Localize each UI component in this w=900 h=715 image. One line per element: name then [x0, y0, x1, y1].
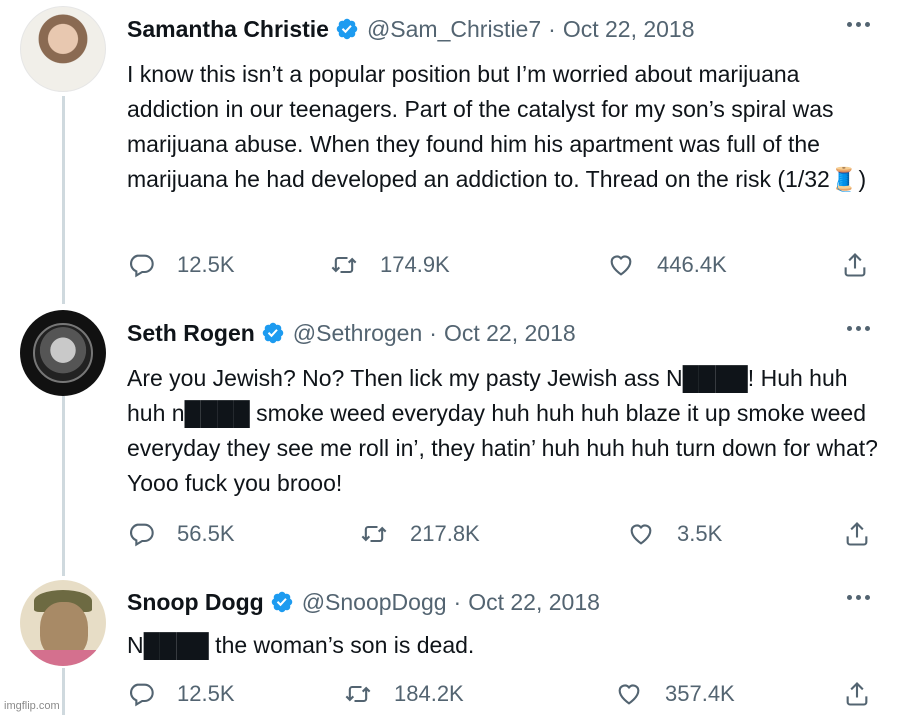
reply-icon [130, 523, 154, 547]
retweet-count: 184.2K [394, 681, 464, 706]
display-name[interactable]: Snoop Dogg [127, 589, 264, 616]
reply-count: 56.5K [177, 521, 235, 546]
tweet[interactable]: Snoop Dogg @SnoopDogg · Oct 22, 2018 N██… [0, 572, 900, 715]
user-handle[interactable]: @Sam_Christie7 [367, 16, 541, 43]
tweet-actions: 56.5K 217.8K 3.5K [127, 520, 877, 556]
share-icon [846, 522, 868, 546]
tweet-date[interactable]: Oct 22, 2018 [444, 320, 576, 347]
tweet-date[interactable]: Oct 22, 2018 [563, 16, 695, 43]
reply-count: 12.5K [177, 252, 235, 277]
more-options-icon[interactable] [847, 22, 870, 27]
tweet-actions: 12.5K 184.2K 357.4K [127, 680, 877, 715]
heart-icon [610, 255, 632, 276]
retweet-button[interactable]: 184.2K [344, 680, 464, 708]
verified-badge-icon [261, 321, 285, 345]
reply-button[interactable]: 56.5K [127, 520, 235, 548]
user-handle[interactable]: @Sethrogen [293, 320, 423, 347]
retweet-icon [345, 685, 371, 703]
reply-icon [130, 254, 154, 278]
avatar[interactable] [20, 580, 106, 666]
heart-icon [630, 524, 652, 545]
reply-button[interactable]: 12.5K [127, 680, 235, 708]
share-icon [844, 253, 866, 277]
like-button[interactable]: 446.4K [607, 251, 727, 279]
tweet-text: Are you Jewish? No? Then lick my pasty J… [127, 365, 878, 496]
reply-button[interactable]: 12.5K [127, 251, 235, 279]
retweet-count: 174.9K [380, 252, 450, 277]
retweet-icon [361, 525, 387, 543]
tweet[interactable]: Samantha Christie @Sam_Christie7 · Oct 2… [0, 0, 900, 300]
avatar[interactable] [20, 310, 106, 396]
separator-dot: · [548, 15, 556, 42]
tweet-text: N████ the woman’s son is dead. [127, 632, 475, 658]
like-count: 3.5K [677, 521, 723, 546]
display-name[interactable]: Samantha Christie [127, 16, 329, 43]
tweet-date[interactable]: Oct 22, 2018 [468, 589, 600, 616]
retweet-button[interactable]: 217.8K [360, 520, 480, 548]
reply-count: 12.5K [177, 681, 235, 706]
share-button[interactable] [843, 520, 871, 548]
share-button[interactable] [843, 680, 871, 708]
watermark: imgflip.com [4, 700, 60, 712]
retweet-icon [331, 256, 357, 274]
like-count: 357.4K [665, 681, 735, 706]
tweet-header: Samantha Christie @Sam_Christie7 · Oct 2… [127, 12, 695, 46]
like-count: 446.4K [657, 252, 727, 277]
tweet-thread: Samantha Christie @Sam_Christie7 · Oct 2… [0, 0, 900, 715]
separator-dot: · [429, 319, 437, 346]
tweet-text: I know this isn’t a popular position but… [127, 61, 867, 192]
display-name[interactable]: Seth Rogen [127, 320, 255, 347]
user-handle[interactable]: @SnoopDogg [302, 589, 447, 616]
retweet-count: 217.8K [410, 521, 480, 546]
share-button[interactable] [841, 251, 869, 279]
share-icon [846, 682, 868, 706]
verified-badge-icon [335, 17, 359, 41]
separator-dot: · [453, 588, 462, 615]
tweet-header: Snoop Dogg @SnoopDogg · Oct 22, 2018 [127, 585, 600, 619]
more-options-icon[interactable] [847, 326, 870, 331]
tweet-actions: 12.5K 174.9K 446.4K [127, 251, 877, 287]
more-options-icon[interactable] [847, 595, 870, 600]
like-button[interactable]: 357.4K [615, 680, 735, 708]
tweet[interactable]: Seth Rogen @Sethrogen · Oct 22, 2018 Are… [0, 302, 900, 572]
verified-badge-icon [270, 590, 294, 614]
heart-icon [618, 684, 640, 705]
tweet-header: Seth Rogen @Sethrogen · Oct 22, 2018 [127, 316, 576, 350]
like-button[interactable]: 3.5K [627, 520, 722, 548]
retweet-button[interactable]: 174.9K [330, 251, 450, 279]
reply-icon [130, 683, 154, 707]
avatar[interactable] [20, 6, 106, 92]
